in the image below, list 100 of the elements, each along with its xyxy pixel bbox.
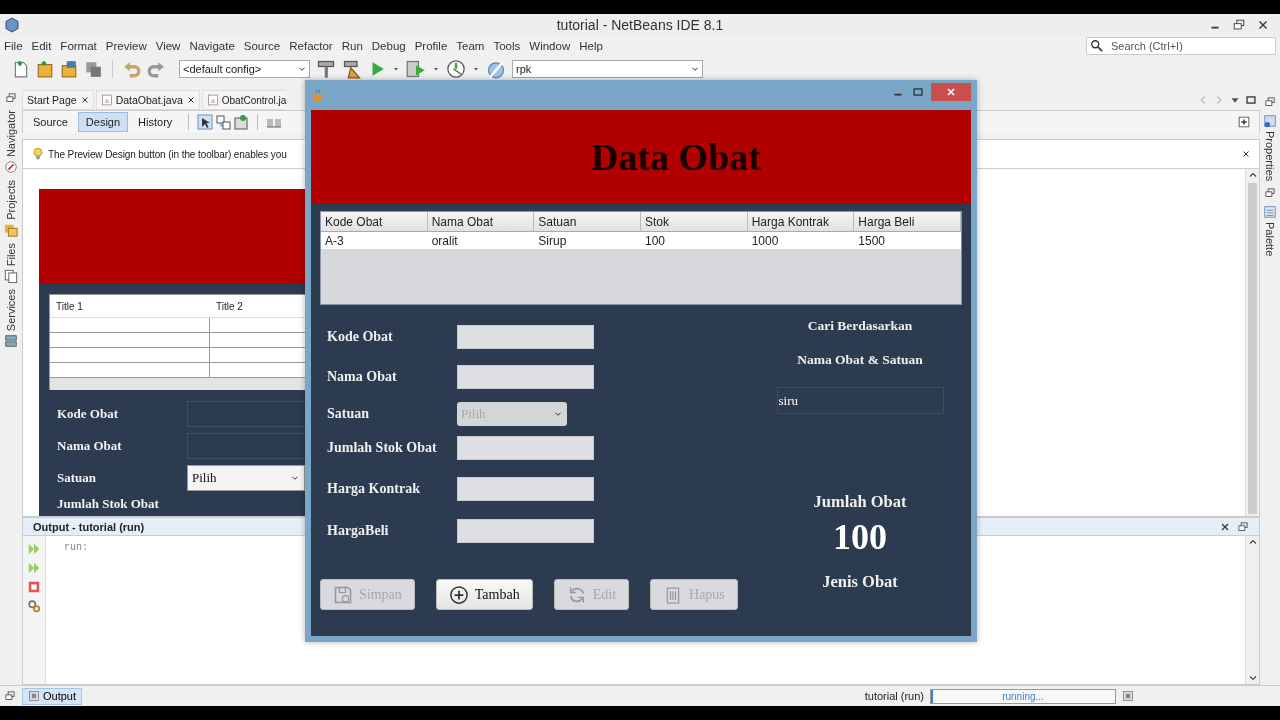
menu-item[interactable]: Debug bbox=[371, 39, 406, 53]
side-tab[interactable]: Properties bbox=[1263, 114, 1277, 182]
maximize-icon[interactable] bbox=[911, 85, 925, 99]
project-dropdown[interactable]: rpk bbox=[512, 60, 703, 78]
type-label: Jenis Obat bbox=[822, 572, 898, 592]
java-file-icon bbox=[206, 94, 219, 106]
connection-mode-icon[interactable] bbox=[215, 114, 232, 130]
editor-tab[interactable]: ObatControl.ja bbox=[201, 90, 287, 110]
table-cell: 100 bbox=[641, 232, 748, 249]
field-label: Satuan bbox=[57, 470, 98, 486]
menu-item[interactable]: Source bbox=[243, 39, 281, 53]
menu-item[interactable]: Navigate bbox=[189, 39, 235, 53]
app-icon bbox=[4, 17, 20, 33]
menu-item[interactable]: Format bbox=[60, 39, 97, 53]
compass-icon bbox=[4, 160, 18, 175]
restore-icon[interactable] bbox=[1264, 187, 1276, 200]
menu-item[interactable]: Edit bbox=[31, 39, 52, 53]
menu-item[interactable]: Refactor bbox=[289, 39, 333, 53]
debug-icon[interactable] bbox=[406, 59, 426, 79]
output-line: run: bbox=[64, 542, 89, 553]
side-tab[interactable]: Services bbox=[4, 289, 18, 349]
restore-icon[interactable] bbox=[4, 690, 16, 702]
restore-icon[interactable] bbox=[1237, 520, 1249, 533]
gauge-icon[interactable] bbox=[446, 59, 466, 79]
properties-icon bbox=[1263, 114, 1277, 128]
task-label: tutorial (run) bbox=[864, 690, 924, 702]
count-label: Jumlah Obat bbox=[813, 492, 907, 512]
menu-item[interactable]: File bbox=[4, 39, 23, 53]
view-tab[interactable]: Source bbox=[25, 112, 76, 132]
server-icon bbox=[4, 334, 18, 349]
close-button[interactable] bbox=[931, 83, 971, 101]
text-field[interactable] bbox=[457, 436, 594, 460]
column-header[interactable]: Harga Kontrak bbox=[747, 212, 855, 232]
column-header[interactable]: Stok bbox=[641, 212, 748, 232]
search-label: Nama Obat & Satuan bbox=[797, 352, 923, 368]
side-tab[interactable]: Palette bbox=[1263, 205, 1277, 257]
view-tab[interactable]: History bbox=[130, 112, 181, 132]
selection-mode-icon[interactable] bbox=[197, 114, 214, 130]
search-icon bbox=[1090, 39, 1104, 53]
settings-icon[interactable] bbox=[27, 599, 41, 613]
column-header: Title 2 bbox=[215, 300, 244, 312]
close-icon[interactable] bbox=[185, 95, 196, 105]
side-tab[interactable]: Projects bbox=[4, 180, 18, 237]
search-label: Cari Berdasarkan bbox=[807, 318, 913, 334]
broom-icon[interactable] bbox=[342, 59, 362, 79]
dropdown-arrow-icon[interactable] bbox=[472, 65, 480, 73]
table-cell: oralit bbox=[427, 232, 535, 249]
column-header[interactable]: Harga Beli bbox=[854, 212, 961, 232]
page-heading: Data Obat bbox=[590, 135, 761, 179]
menu-item[interactable]: View bbox=[155, 39, 181, 53]
field-label: Harga Kontrak bbox=[327, 480, 421, 497]
search-field[interactable]: siru bbox=[776, 387, 944, 414]
menu-item[interactable]: Help bbox=[579, 39, 603, 53]
dropdown-arrow-icon[interactable] bbox=[392, 65, 400, 73]
view-tab[interactable]: Design bbox=[77, 112, 129, 132]
new-project-icon[interactable] bbox=[36, 60, 54, 78]
globe-icon[interactable] bbox=[486, 59, 506, 79]
text-field[interactable] bbox=[457, 325, 594, 349]
restore-icon[interactable] bbox=[5, 92, 17, 104]
field-label: HargaBeli bbox=[327, 523, 390, 539]
maximize-icon[interactable] bbox=[1244, 93, 1258, 107]
close-icon[interactable] bbox=[79, 95, 90, 105]
menu-item[interactable]: Window bbox=[529, 39, 571, 53]
editor-tab[interactable]: Start Page bbox=[22, 90, 94, 110]
output-tab[interactable]: Output bbox=[22, 687, 83, 705]
action-button[interactable]: Tambah bbox=[435, 579, 533, 610]
column-header[interactable]: Satuan bbox=[534, 212, 641, 232]
preview-design-icon[interactable] bbox=[233, 114, 250, 130]
restore-icon[interactable] bbox=[1232, 18, 1246, 32]
progress-bar: running... bbox=[930, 688, 1116, 704]
menu-item[interactable]: Tools bbox=[493, 39, 521, 53]
column-header[interactable]: Nama Obat bbox=[427, 212, 535, 232]
restore-icon[interactable] bbox=[1264, 96, 1276, 108]
text-field[interactable] bbox=[457, 476, 594, 501]
menu-item[interactable]: Profile bbox=[414, 39, 448, 53]
open-project-icon[interactable] bbox=[60, 60, 78, 78]
window-title: tutorial - NetBeans IDE 8.1 bbox=[556, 17, 724, 33]
close-project-icon[interactable] bbox=[84, 60, 102, 78]
new-file-icon[interactable] bbox=[12, 60, 30, 78]
add-icon[interactable] bbox=[1237, 115, 1251, 129]
table-cell: 1500 bbox=[854, 232, 961, 249]
scrollbar[interactable] bbox=[1245, 536, 1259, 684]
menu-item[interactable]: Preview bbox=[105, 39, 147, 53]
search-field[interactable]: Search (Ctrl+I) bbox=[1086, 37, 1276, 55]
column-header: Title 1 bbox=[55, 300, 84, 312]
menu-item[interactable]: Team bbox=[456, 39, 485, 53]
table-cell: 1000 bbox=[747, 232, 855, 249]
text-field[interactable] bbox=[457, 365, 594, 389]
close-icon[interactable] bbox=[1241, 149, 1251, 159]
hammer-icon[interactable] bbox=[316, 59, 336, 79]
text-field[interactable] bbox=[457, 519, 594, 543]
field-label: Kode Obat bbox=[327, 329, 394, 345]
column-header[interactable]: Kode Obat bbox=[321, 212, 428, 232]
side-tab[interactable]: Navigator bbox=[4, 110, 18, 175]
menu-item[interactable]: Run bbox=[341, 39, 363, 53]
config-dropdown[interactable]: <default config> bbox=[179, 60, 310, 78]
dropdown-arrow-icon[interactable] bbox=[432, 65, 440, 73]
side-tab[interactable]: Files bbox=[4, 242, 18, 284]
editor-tab[interactable]: DataObat.java bbox=[95, 90, 200, 110]
scrollbar[interactable] bbox=[1245, 169, 1259, 516]
